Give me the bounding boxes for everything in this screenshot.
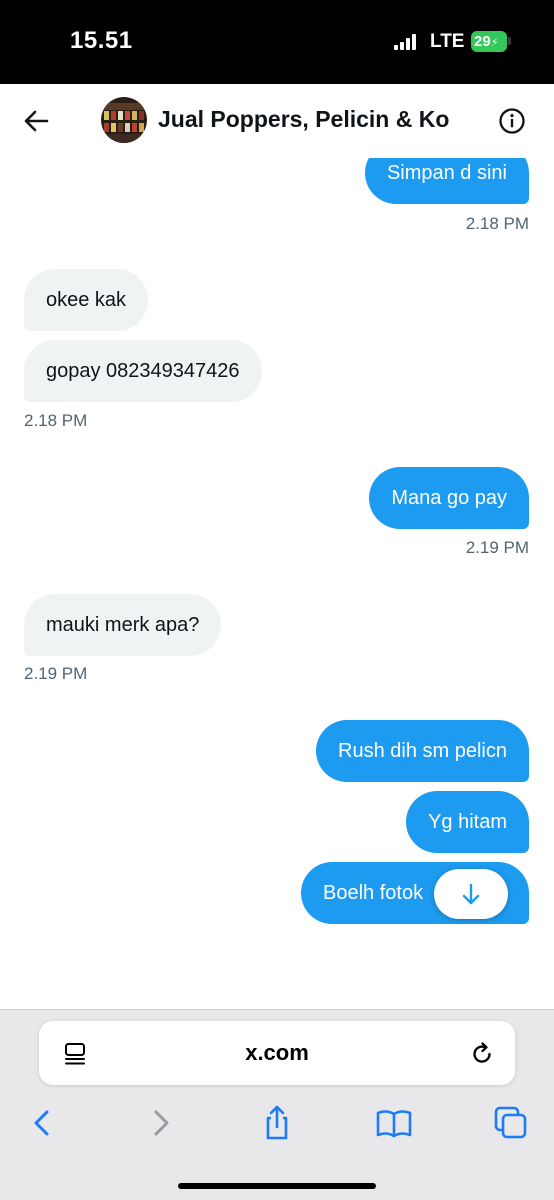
battery-level: 29 (474, 33, 491, 50)
message-received[interactable]: mauki merk apa? (24, 594, 222, 656)
book-icon (376, 1110, 412, 1138)
message-timestamp: 2.19 PM (465, 538, 529, 557)
message-received[interactable]: gopay 082349347426 (24, 340, 262, 402)
back-nav-button[interactable] (22, 1103, 62, 1143)
message-timestamp: 2.18 PM (24, 411, 88, 430)
status-time: 15.51 (70, 27, 133, 54)
message-sent[interactable]: Yg hitam (406, 791, 529, 853)
conversation-title: Jual Poppers, Pelicin & Ko (158, 106, 450, 132)
message-timestamp: 2.19 PM (24, 664, 88, 683)
scroll-to-bottom-button[interactable] (434, 869, 508, 919)
battery-cap (508, 37, 511, 45)
status-bar: 15.51 LTE 29⚡ (0, 0, 554, 84)
url-text[interactable]: x.com (39, 1040, 515, 1066)
tabs-icon (494, 1106, 527, 1139)
share-icon (266, 1105, 288, 1140)
conversation-info-button[interactable] (498, 107, 526, 135)
info-icon (499, 108, 525, 134)
message-received[interactable]: okee kak (24, 269, 149, 331)
message-sent[interactable]: Rush dih sm pelicn (316, 720, 529, 782)
conversation-header: Jual Poppers, Pelicin & Ko (0, 84, 554, 158)
forward-nav-button[interactable] (141, 1103, 181, 1143)
tabs-button[interactable] (491, 1103, 531, 1143)
address-bar[interactable]: x.com (39, 1021, 515, 1085)
browser-toolbar: x.com (0, 1009, 554, 1200)
message-timestamp: 2.18 PM (465, 214, 529, 233)
chevron-left-icon (34, 1110, 49, 1136)
network-type: LTE (430, 31, 465, 52)
battery-icon: 29⚡ (471, 31, 507, 52)
arrow-down-icon (462, 883, 480, 905)
reload-icon[interactable] (469, 1041, 495, 1067)
cellular-signal-icon (394, 34, 420, 50)
chevron-right-icon (154, 1110, 169, 1136)
home-indicator (178, 1183, 376, 1189)
back-button[interactable] (20, 106, 54, 136)
share-button[interactable] (257, 1103, 297, 1143)
message-sent[interactable]: Mana go pay (369, 467, 529, 529)
bookmarks-button[interactable] (374, 1103, 414, 1143)
arrow-left-icon (24, 110, 49, 132)
group-avatar[interactable] (101, 97, 147, 143)
